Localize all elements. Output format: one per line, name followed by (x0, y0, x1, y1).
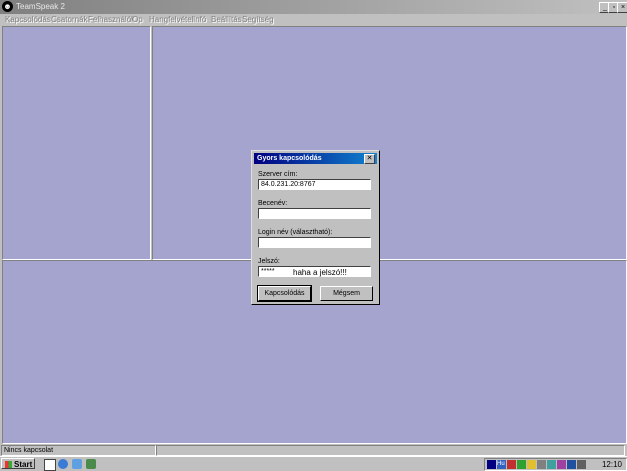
browser-icon[interactable] (58, 459, 68, 469)
tray-settings-icon[interactable] (537, 460, 546, 469)
tray-security-icon[interactable] (527, 460, 536, 469)
login-label: Login név (választható): (258, 229, 333, 236)
connection-status: Nincs kapcsolat (1, 445, 156, 456)
tray-app-icon[interactable] (507, 460, 516, 469)
menu-op[interactable]: Op (132, 15, 143, 24)
connect-button[interactable]: Kapcsolódás (257, 285, 312, 302)
password-note: haha a jelszó!!! (293, 268, 347, 277)
status-bar: Nincs kapcsolat (0, 444, 627, 456)
quick-connect-dialog: Gyors kapcsolódás ✕ Szerver cím: Becenév… (251, 150, 380, 305)
notepad-icon[interactable] (44, 459, 56, 471)
menu-csatornak[interactable]: Csatornák (51, 15, 87, 24)
tray-media-icon[interactable] (557, 460, 566, 469)
language-icon[interactable]: Hu (497, 460, 506, 469)
start-label: Start (14, 460, 33, 469)
tray-display-icon[interactable] (567, 460, 576, 469)
menu-beallitas[interactable]: Beállítás (211, 15, 242, 24)
channel-icon[interactable] (86, 459, 96, 469)
window-titlebar: ☻ TeamSpeak 2 _ ▫ × (0, 0, 627, 14)
info-pane[interactable] (152, 26, 627, 260)
server-label: Szerver cím: (258, 171, 298, 178)
dialog-close-button[interactable]: ✕ (364, 154, 375, 164)
menu-kapcsolodas[interactable]: Kapcsolódás (5, 15, 51, 24)
nickname-input[interactable] (258, 208, 371, 219)
cancel-button[interactable]: Mégsem (320, 286, 373, 301)
close-button[interactable]: × (617, 2, 627, 13)
tray-monitor-icon[interactable] (487, 460, 496, 469)
menu-segitseg[interactable]: Segítség (242, 15, 274, 24)
status-panel (156, 445, 625, 456)
system-tray: Hu 12:10 (484, 458, 627, 471)
menu-felhasznalok[interactable]: Felhasználók (88, 15, 135, 24)
menu-hangfelvetel[interactable]: Hangfelvétel (149, 15, 193, 24)
teamspeak-icon: ☻ (2, 1, 13, 12)
nickname-label: Becenév: (258, 200, 288, 207)
windows-logo-icon (5, 461, 12, 468)
window-title: TeamSpeak 2 (16, 2, 65, 11)
tray-network-icon[interactable] (517, 460, 526, 469)
dialog-title: Gyors kapcsolódás (257, 155, 322, 162)
login-input[interactable] (258, 237, 371, 248)
start-button[interactable]: Start (1, 458, 35, 469)
menu-info[interactable]: Infó (193, 15, 206, 24)
channel-tree-pane[interactable] (2, 26, 151, 260)
menu-bar: Kapcsolódás Csatornák Felhasználók Op Ha… (0, 14, 627, 26)
dialog-titlebar: Gyors kapcsolódás ✕ (254, 153, 377, 164)
server-address-input[interactable] (258, 179, 371, 190)
password-label: Jelszó: (258, 258, 280, 265)
volume-icon[interactable] (577, 460, 586, 469)
taskbar: Start Hu 12:10 (0, 456, 627, 471)
tray-sync-icon[interactable] (547, 460, 556, 469)
clock[interactable]: 12:10 (602, 460, 622, 469)
desktop-icon[interactable] (72, 459, 82, 469)
